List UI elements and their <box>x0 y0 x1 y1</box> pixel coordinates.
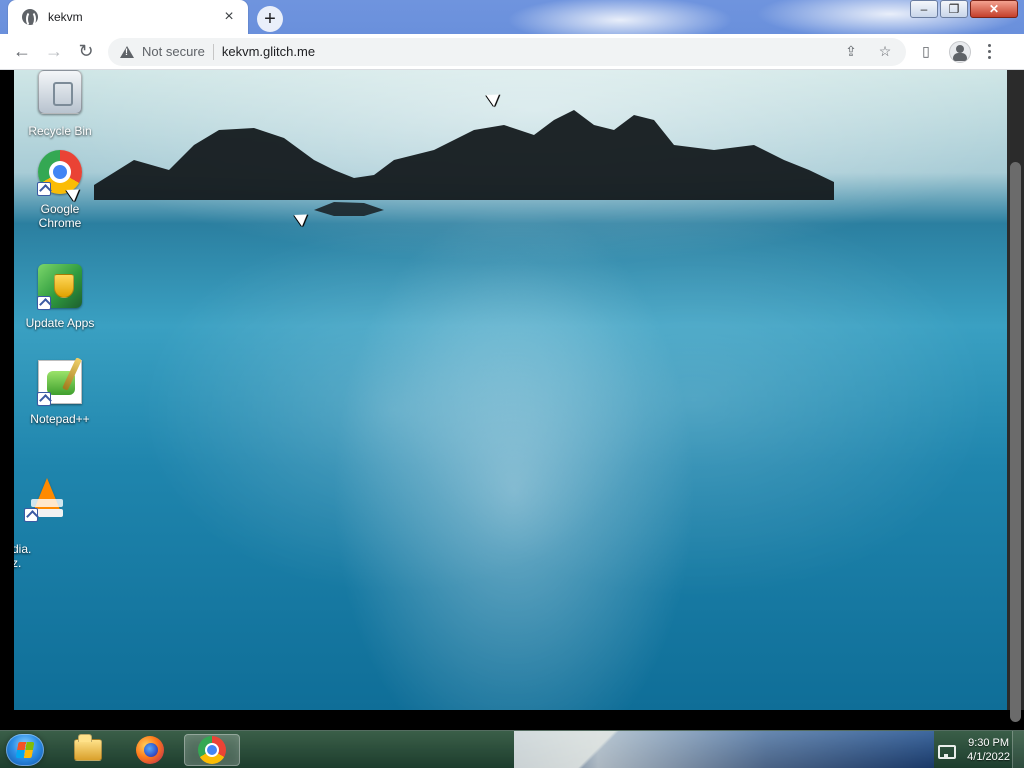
site-favicon-icon <box>22 9 38 27</box>
file-explorer-icon <box>74 734 102 761</box>
not-secure-warning-icon[interactable] <box>120 45 134 59</box>
back-button[interactable]: ← <box>6 36 38 68</box>
menu-dot-icon <box>987 56 991 59</box>
update-apps-icon <box>35 262 85 312</box>
recycle-bin-icon <box>35 70 85 120</box>
desktop-icon-vlc-media-player[interactable]: dia. z. <box>14 460 104 584</box>
profile-button[interactable] <box>946 38 974 66</box>
desktop-icon-label: Notepad++ <box>30 412 90 426</box>
recycle-bin-graphic-icon <box>38 70 82 114</box>
close-tab-icon[interactable]: × <box>220 8 238 26</box>
clock-time: 9:30 PM <box>968 737 1010 749</box>
desktop-icon-label: Google Chrome <box>38 202 82 230</box>
desktop-icon-label: dia. z. <box>14 542 32 570</box>
security-status[interactable]: Not secure <box>142 44 205 59</box>
shortcut-arrow-icon <box>24 508 38 522</box>
cursor-icon <box>486 95 500 115</box>
close-window-button[interactable]: ✕ <box>970 0 1018 18</box>
tab-title: kekvm <box>48 10 83 24</box>
shortcut-arrow-icon <box>37 296 51 310</box>
clock[interactable]: 9:30 PM 4/1/2022 <box>967 736 1010 764</box>
browser-toolbar: ← → ↻ Not secure kekvm.glitch.me ⇪ ☆ ▯ <box>0 34 1024 70</box>
cursor-icon <box>294 215 308 235</box>
url-text[interactable]: kekvm.glitch.me <box>222 44 830 59</box>
desktop-icon-update-apps[interactable]: Update Apps <box>14 262 106 330</box>
desktop-icon-google-chrome[interactable]: Google Chrome <box>14 148 106 230</box>
viewport-scrollbar-thumb[interactable] <box>1010 162 1021 722</box>
forward-button[interactable]: → <box>38 36 70 68</box>
firefox-icon <box>136 736 164 764</box>
start-button[interactable] <box>6 734 44 766</box>
omnibox-separator <box>212 43 214 60</box>
shortcut-arrow-icon <box>37 392 51 406</box>
desktop-icon-notepad-plus-plus[interactable]: Notepad++ <box>14 358 106 426</box>
show-desktop-button[interactable] <box>1012 731 1024 768</box>
taskbar-wallpaper-strip <box>514 731 934 768</box>
reload-button[interactable]: ↻ <box>70 36 102 68</box>
browser-window: kekvm × + – ❐ ✕ ← → ↻ Not secure kekvm.g… <box>0 0 1024 730</box>
system-tray: 9:30 PM 4/1/2022 <box>899 731 1024 768</box>
remote-desktop[interactable]: Recycle Bin Google Chrome Update Apps No… <box>14 70 1007 710</box>
menu-dot-icon <box>987 44 991 47</box>
profile-avatar-icon <box>949 40 971 63</box>
address-bar[interactable]: Not secure kekvm.glitch.me ⇪ ☆ <box>108 37 906 66</box>
network-icon[interactable] <box>937 743 957 759</box>
notepadpp-icon <box>35 358 85 408</box>
chrome-icon <box>198 736 226 764</box>
vlc-icon <box>22 474 72 524</box>
toolbar-right: ▯ <box>912 38 998 66</box>
share-icon[interactable]: ⇪ <box>838 39 864 65</box>
desktop-icon-label: Update Apps <box>25 316 95 330</box>
taskbar-chrome-button[interactable] <box>184 734 240 766</box>
taskbar-file-explorer-button[interactable] <box>60 734 116 766</box>
bookmark-star-icon[interactable]: ☆ <box>872 39 898 65</box>
taskbar-firefox-button[interactable] <box>122 734 178 766</box>
new-tab-button[interactable]: + <box>257 6 283 32</box>
tab-strip: kekvm × + – ❐ ✕ <box>0 0 1024 34</box>
desktop-icon-label: Recycle Bin <box>28 124 92 138</box>
restore-button[interactable]: ❐ <box>940 0 968 18</box>
shortcut-arrow-icon <box>37 182 51 196</box>
window-controls: – ❐ ✕ <box>910 0 1018 20</box>
clock-date: 4/1/2022 <box>967 751 1010 763</box>
windows-taskbar: 9:30 PM 4/1/2022 <box>0 730 1024 768</box>
chrome-menu-button[interactable] <box>980 38 998 66</box>
desktop-icon-recycle-bin[interactable]: Recycle Bin <box>14 70 106 138</box>
menu-dot-icon <box>987 50 991 53</box>
tab-kekvm[interactable]: kekvm × <box>8 0 248 34</box>
minimize-button[interactable]: – <box>910 0 938 18</box>
side-panel-icon[interactable]: ▯ <box>912 38 940 66</box>
motion-mist <box>14 70 1007 710</box>
cursor-icon <box>66 190 80 210</box>
page-viewport: Recycle Bin Google Chrome Update Apps No… <box>0 70 1024 730</box>
